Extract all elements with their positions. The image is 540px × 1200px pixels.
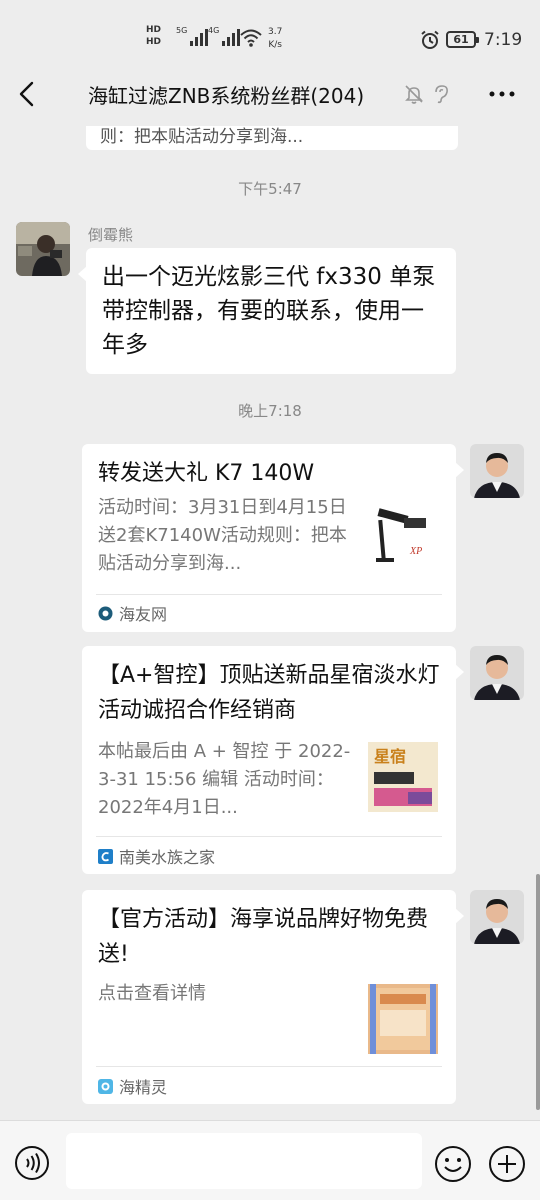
divider [96, 594, 442, 595]
link-card[interactable]: 转发送大礼 K7 140W 活动时间：3月31日到4月15日送2套K7140W活… [82, 444, 464, 632]
network-speed: 3.7 K/s [268, 26, 282, 52]
back-icon[interactable] [16, 80, 40, 108]
signal-4g-label: 4G [208, 26, 220, 35]
wifi-icon [240, 29, 262, 47]
card-title: 【A+智控】顶贴送新品星宿淡水灯活动诚招合作经销商 [98, 663, 440, 723]
network-speed-value: 3.7 [268, 27, 283, 37]
more-icon[interactable] [488, 84, 516, 104]
card-source: 南美水族之家 [98, 846, 216, 867]
voice-icon[interactable] [14, 1145, 50, 1181]
avatar[interactable] [470, 890, 524, 944]
timestamp: 下午5:47 [238, 180, 302, 198]
card-description: 点击查看详情 [98, 983, 206, 1004]
avatar[interactable] [16, 222, 70, 276]
card-source: 海精灵 [98, 1076, 168, 1097]
card-thumbnail: 星宿 [368, 742, 438, 812]
signal-5g-icon: 5G [176, 26, 209, 46]
link-card[interactable]: 【官方活动】海享说品牌好物免费送! 点击查看详情 海精灵 [82, 890, 464, 1104]
partial-link-card[interactable]: 则：把本贴活动分享到海... [86, 126, 458, 150]
thumb-logo-text: XP [409, 546, 422, 557]
card-source-name: 南美水族之家 [119, 848, 216, 867]
message-bubble[interactable]: 出一个迈光炫影三代 fx330 单泵带控制器，有要的联系，使用一年多 [78, 248, 456, 374]
divider [96, 836, 442, 837]
card-title: 【官方活动】海享说品牌好物免费送! [98, 907, 429, 967]
signal-5g-label: 5G [176, 26, 188, 35]
source-icon [98, 848, 113, 864]
avatar[interactable] [470, 444, 524, 498]
divider [96, 1066, 442, 1067]
status-bar: HD HD 5G 4G 3.7 K/s 61 7:19 [0, 0, 540, 62]
plus-icon[interactable] [488, 1145, 526, 1183]
source-icon [98, 606, 113, 620]
card-source: 海友网 [98, 603, 168, 624]
hd-label-2: HD [146, 37, 162, 47]
hd-indicator: HD HD [146, 24, 161, 48]
message-input[interactable] [66, 1133, 422, 1189]
scrollbar[interactable] [536, 874, 540, 1110]
card-source-name: 海精灵 [119, 1078, 168, 1097]
input-bar [0, 1120, 540, 1200]
link-card[interactable]: 【A+智控】顶贴送新品星宿淡水灯活动诚招合作经销商 本帖最后由 A + 智控 于… [82, 646, 464, 874]
nav-bar: 海缸过滤ZNB系统粉丝群(204) [0, 62, 540, 126]
chat-area[interactable]: 则：把本贴活动分享到海... 下午5:47 倒霉熊 出一个迈光炫影三代 fx33… [0, 126, 540, 1120]
card-thumbnail: XP [368, 502, 438, 572]
hd-label-1: HD [146, 25, 162, 35]
status-time: 7:19 [484, 30, 523, 50]
card-thumbnail [368, 984, 438, 1054]
card-description: 活动时间：3月31日到4月15日送2套K7140W活动规则：把本贴活动分享到海.… [98, 497, 347, 574]
chat-title: 海缸过滤ZNB系统粉丝群(204) [88, 84, 365, 108]
sender-name: 倒霉熊 [88, 226, 134, 244]
avatar[interactable] [470, 646, 524, 700]
source-icon [98, 1078, 113, 1094]
mute-bell-icon [405, 85, 423, 104]
timestamp: 晚上7:18 [238, 402, 302, 420]
message-text: 出一个迈光炫影三代 fx330 单泵带控制器，有要的联系，使用一年多 [102, 264, 436, 358]
partial-card-text: 则：把本贴活动分享到海... [100, 127, 304, 147]
signal-4g-icon: 4G [208, 26, 241, 46]
thumb-logo-text: 星宿 [374, 747, 406, 766]
ear-icon [435, 85, 448, 104]
alarm-icon [421, 30, 439, 49]
card-title: 转发送大礼 K7 140W [98, 461, 315, 486]
battery-indicator: 61 [446, 31, 479, 48]
card-source-name: 海友网 [119, 605, 168, 624]
emoji-icon[interactable] [434, 1145, 472, 1183]
card-description: 本帖最后由 A + 智控 于 2022-3-31 15:56 编辑 活动时间：2… [98, 741, 351, 818]
network-speed-unit: K/s [268, 40, 282, 50]
